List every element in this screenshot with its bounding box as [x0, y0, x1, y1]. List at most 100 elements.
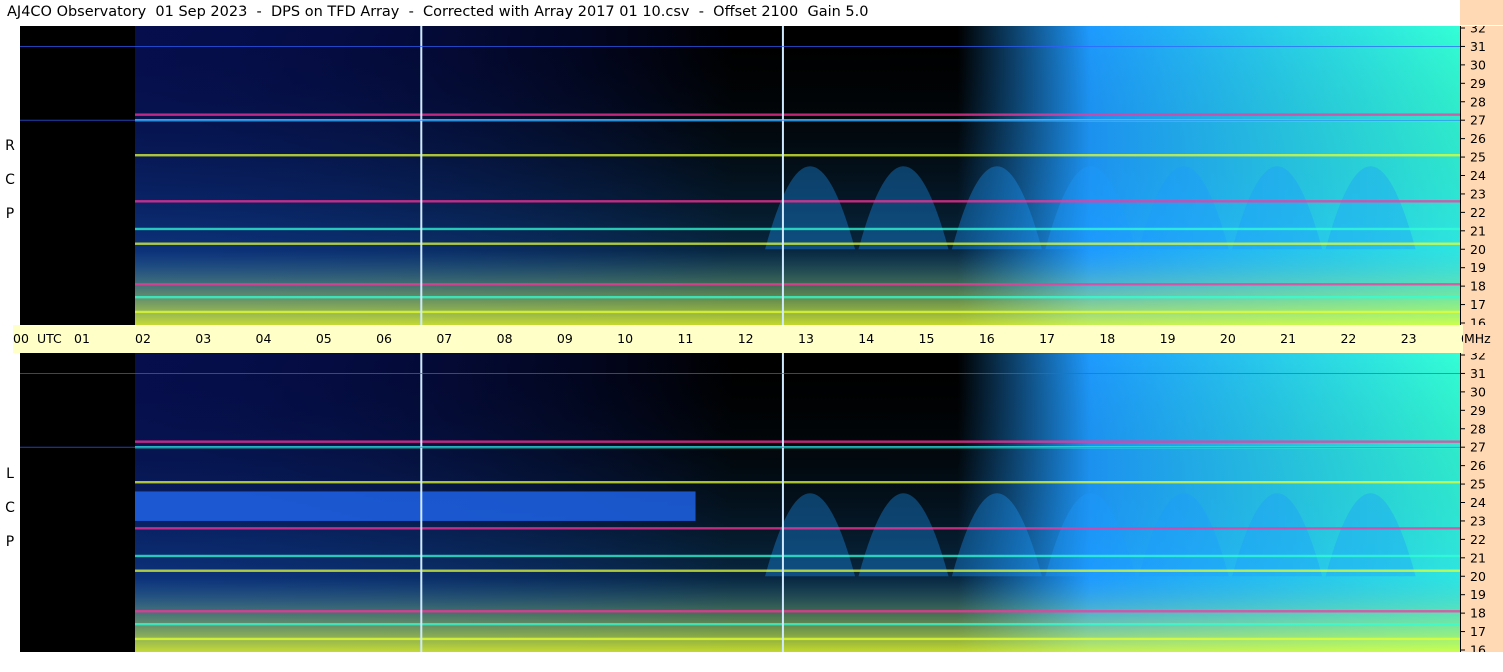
freq-tick-label: 28	[1470, 94, 1486, 109]
time-tick-label: 17	[1039, 331, 1055, 346]
time-tick-label: 09	[557, 331, 573, 346]
corner-filler	[1460, 0, 1503, 25]
time-tick-label: 07	[436, 331, 452, 346]
pol-letter: P	[5, 206, 15, 222]
pol-letter: C	[5, 500, 15, 516]
pol-letter: L	[6, 466, 14, 482]
time-tick-label: 00	[13, 331, 29, 346]
freq-tick-label: 26	[1470, 131, 1486, 146]
pol-letter: P	[5, 534, 15, 550]
time-tick-label: UTC	[37, 331, 62, 346]
freq-tick-label: 17	[1470, 297, 1486, 312]
interference-band	[135, 569, 1462, 572]
time-axis-corner: MHz	[1463, 325, 1503, 353]
time-tick-label: 03	[195, 331, 211, 346]
time-tick-label: 14	[858, 331, 874, 346]
time-axis: 00 UTC 01 02 03 04 05 06 07 08 09 10 11 12 13 14 15 16 17 1…	[13, 325, 1463, 353]
freq-tick-label: 21	[1470, 223, 1486, 238]
freq-tick-label: 20	[1470, 242, 1486, 257]
freq-tick-label: 28	[1470, 421, 1486, 436]
title-bar: AJ4CO Observatory 01 Sep 2023 - DPS on T…	[0, 0, 1460, 25]
unit-label-svg: MHz	[1464, 331, 1491, 346]
rcp-polarization-label: R C P	[1, 129, 19, 231]
freq-axis-svg: 16 17 18 19 20 21 22 23 24 25 26 27 28 29 30 31 32	[1460, 26, 1486, 325]
time-tick-label: 01	[74, 331, 90, 346]
freq-tick-label: 32	[1470, 26, 1486, 36]
freq-tick-label: 21	[1470, 550, 1486, 565]
time-tick-label: 23	[1401, 331, 1417, 346]
lcp-frequency-axis: 16 17 18 19 20 21 22 23 24 25 26 27 28 29 30 31 32	[1460, 353, 1503, 652]
freq-axis-svg: 16 17 18 19 20 21 22 23 24 25 26 27 28 29 30 31 32	[1460, 353, 1486, 653]
interference-band	[135, 242, 1462, 245]
freq-tick-label: 30	[1470, 384, 1486, 399]
freq-tick-label: 19	[1470, 587, 1486, 602]
freq-tick-label: 29	[1470, 403, 1486, 418]
interference-band	[135, 610, 1462, 613]
time-tick-label: 12	[738, 331, 754, 346]
freq-tick-label: 23	[1470, 186, 1486, 201]
spectrogram-svg	[20, 26, 1462, 325]
freq-tick-label: 27	[1470, 440, 1486, 455]
interference-band	[135, 295, 1462, 299]
lcp-spectrogram	[20, 353, 1462, 652]
freq-tick-label: 16	[1470, 643, 1486, 653]
freq-tick-label: 22	[1470, 205, 1486, 220]
interference-band	[135, 554, 1462, 558]
freq-tick-label: 29	[1470, 76, 1486, 91]
no-data-region	[20, 26, 135, 325]
time-tick-label: 22	[1340, 331, 1356, 346]
time-tick-label: 04	[256, 331, 272, 346]
time-tick-label: 10	[617, 331, 633, 346]
freq-tick-label: 24	[1470, 168, 1486, 183]
time-tick-label: 20	[1220, 331, 1236, 346]
interference-band	[135, 113, 1462, 116]
lcp-polarization-label: L C P	[1, 457, 19, 559]
freq-unit-label: MHz	[1464, 331, 1491, 346]
no-data-region	[20, 353, 135, 652]
freq-tick-label: 31	[1470, 39, 1486, 54]
time-tick-label: 11	[677, 331, 693, 346]
freq-tick-label: 26	[1470, 458, 1486, 473]
spectrogram-svg	[20, 353, 1462, 652]
rcp-sidebar: R C P	[0, 25, 20, 325]
lcp-sidebar: L C P	[0, 353, 20, 652]
freq-tick-label: 32	[1470, 353, 1486, 363]
freq-tick-label: 25	[1470, 150, 1486, 165]
time-tick-label: 16	[979, 331, 995, 346]
interference-band	[135, 310, 1462, 314]
time-tick-label: 19	[1160, 331, 1176, 346]
time-tick-label: 02	[135, 331, 151, 346]
interference-band	[135, 200, 1462, 203]
interference-band	[135, 637, 1462, 641]
freq-tick-label: 18	[1470, 279, 1486, 294]
freq-tick-label: 22	[1470, 532, 1486, 547]
interference-band	[135, 622, 1462, 626]
interference-band	[135, 227, 1462, 231]
rcp-spectrogram	[20, 26, 1462, 325]
freq-tick-label: 30	[1470, 57, 1486, 72]
time-tick-label: 06	[376, 331, 392, 346]
broadband-emission	[135, 491, 696, 521]
time-tick-label: 18	[1099, 331, 1115, 346]
time-tick-label: 21	[1280, 331, 1296, 346]
time-tick-label: 05	[316, 331, 332, 346]
freq-tick-label: 19	[1470, 260, 1486, 275]
interference-band	[135, 154, 1462, 157]
pol-letter: C	[5, 172, 15, 188]
time-tick-label: 13	[798, 331, 814, 346]
time-tick-label: 15	[919, 331, 935, 346]
freq-tick-label: 31	[1470, 366, 1486, 381]
freq-tick-label: 20	[1470, 569, 1486, 584]
bottom-margin	[0, 652, 1503, 672]
interference-band	[135, 527, 1462, 530]
interference-band	[135, 440, 1462, 443]
pol-letter: R	[5, 138, 15, 154]
time-tick-label: 08	[497, 331, 513, 346]
rcp-frequency-axis: 16 17 18 19 20 21 22 23 24 25 26 27 28 29 30 31 32	[1460, 26, 1503, 325]
freq-tick-label: 18	[1470, 606, 1486, 621]
freq-tick-label: 25	[1470, 477, 1486, 492]
freq-tick-label: 27	[1470, 113, 1486, 128]
freq-tick-label: 23	[1470, 513, 1486, 528]
chart-title: AJ4CO Observatory 01 Sep 2023 - DPS on T…	[7, 4, 869, 20]
interference-band	[135, 481, 1462, 484]
